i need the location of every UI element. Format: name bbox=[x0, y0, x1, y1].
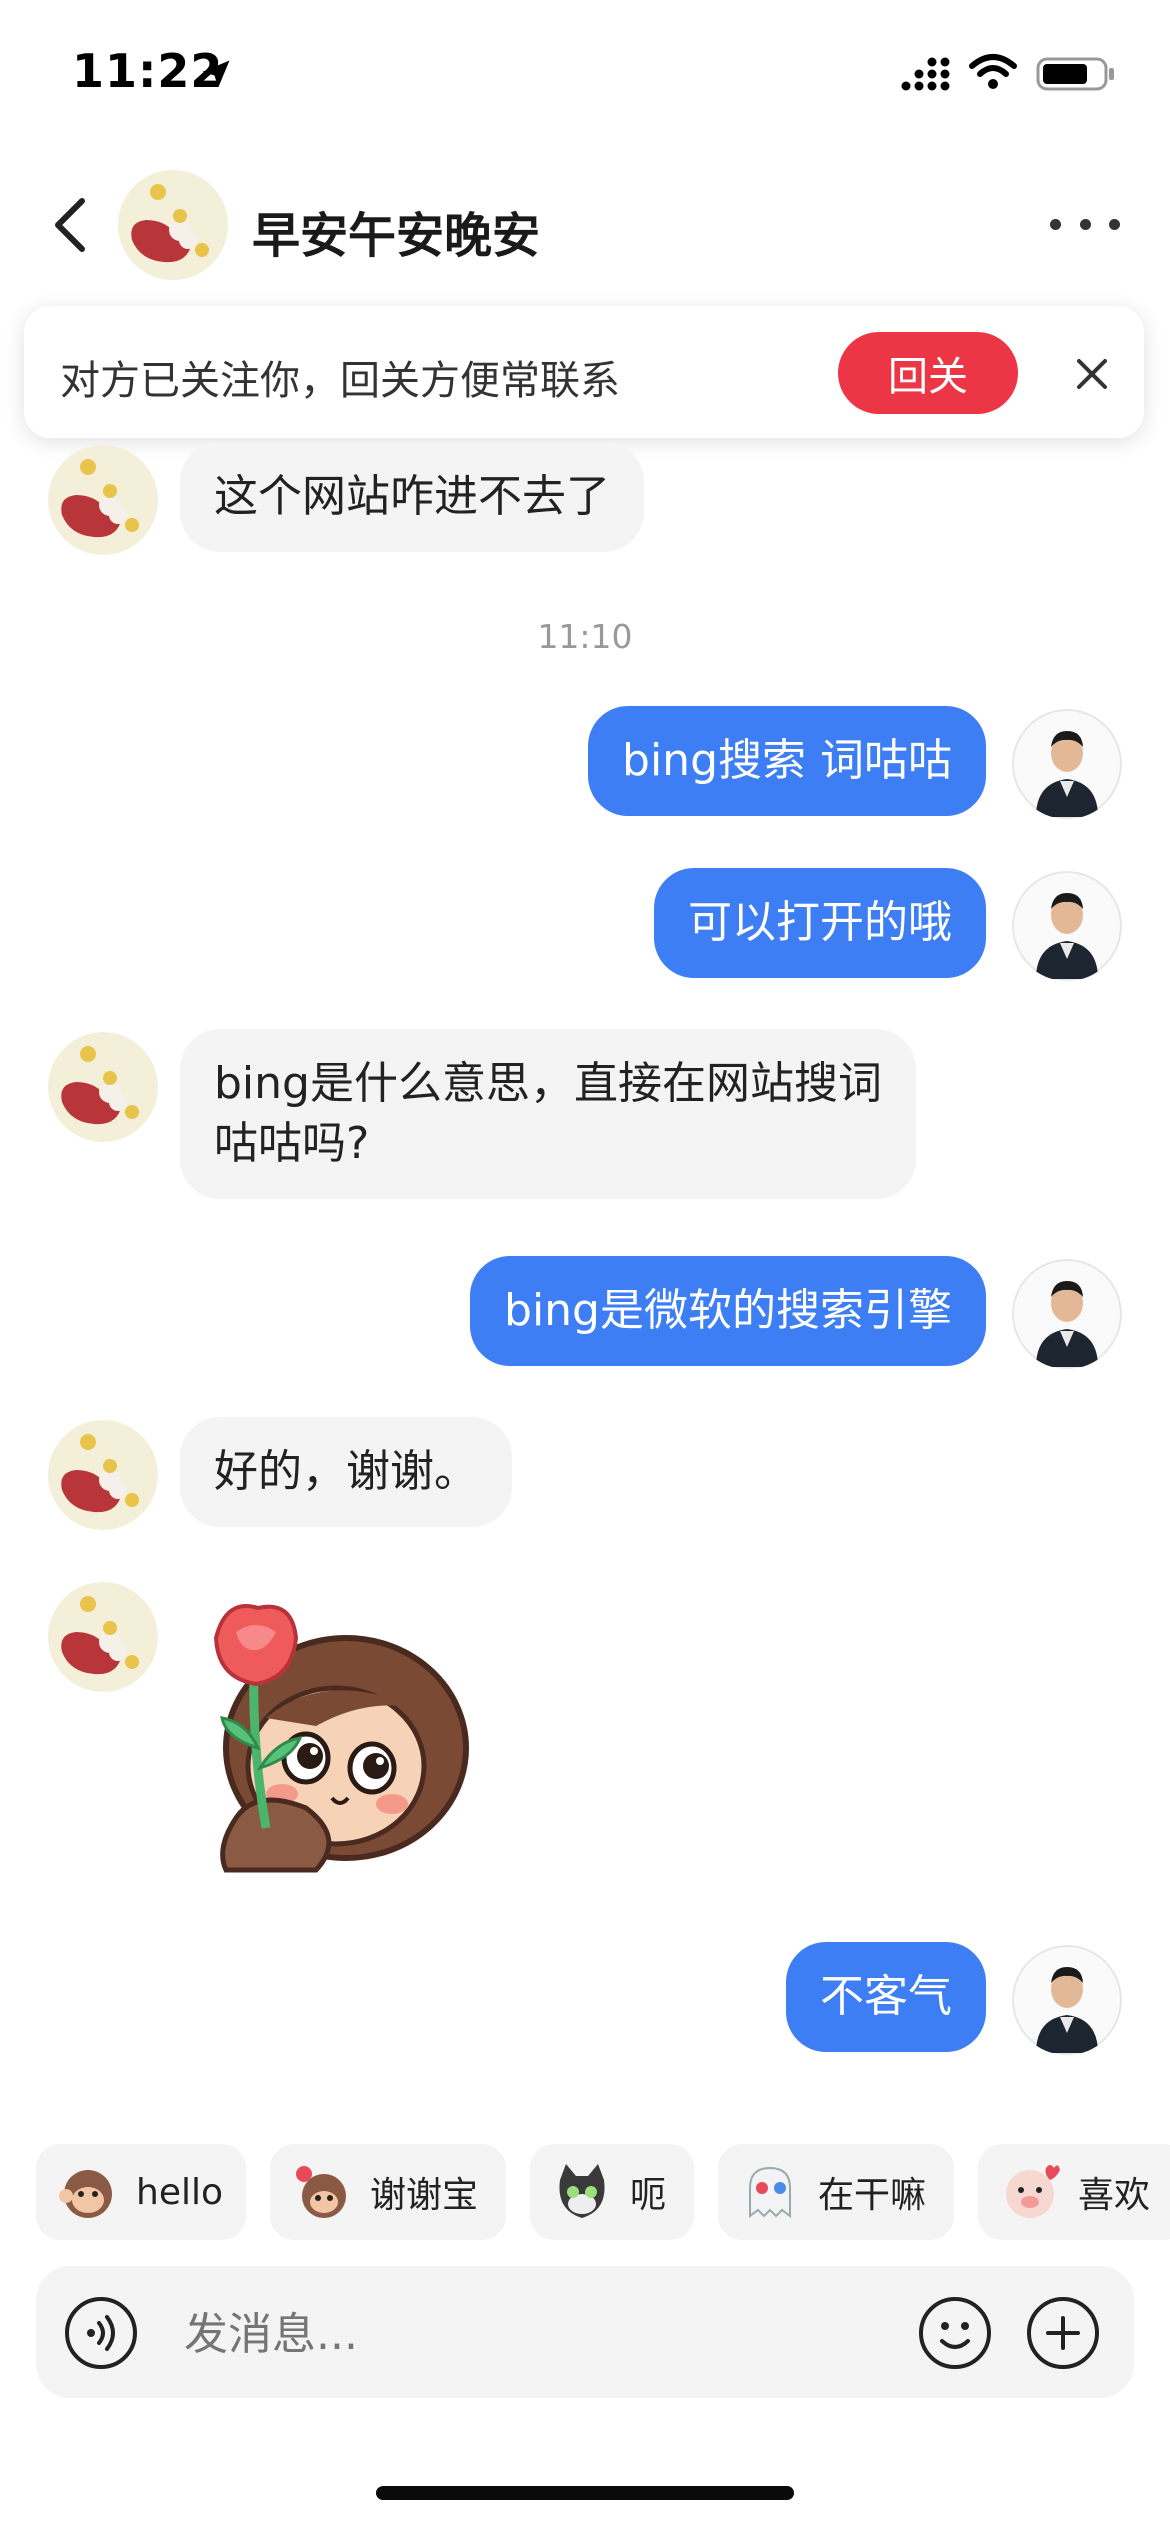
contact-avatar[interactable] bbox=[118, 170, 228, 280]
message-timestamp: 11:10 bbox=[537, 617, 633, 656]
contact-avatar[interactable] bbox=[48, 1032, 158, 1142]
user-avatar[interactable] bbox=[1012, 871, 1122, 981]
message-bubble-incoming[interactable]: bing是什么意思，直接在网站搜词 咕咕吗? bbox=[180, 1029, 916, 1199]
message-bubble-outgoing[interactable]: 不客气 bbox=[786, 1942, 986, 2052]
quick-reply-label: hello bbox=[136, 2171, 223, 2213]
quick-reply-chip[interactable]: 呃 bbox=[530, 2144, 694, 2240]
contact-avatar[interactable] bbox=[48, 1420, 158, 1530]
monkey-flower-icon bbox=[296, 2166, 346, 2218]
quick-reply-label: 谢谢宝 bbox=[370, 2175, 479, 2216]
contact-avatar[interactable] bbox=[48, 445, 158, 555]
quick-reply-label: 在干嘛 bbox=[818, 2175, 927, 2216]
more-dot-icon bbox=[1050, 218, 1061, 230]
emoji-icon[interactable] bbox=[918, 2296, 992, 2370]
home-indicator bbox=[376, 2486, 794, 2500]
status-bar: 11:22 bbox=[0, 0, 1170, 150]
follow-banner-text: 对方已关注你，回关方便常联系 bbox=[60, 358, 620, 404]
cat-icon bbox=[559, 2164, 605, 2218]
quick-reply-chip[interactable]: hello bbox=[36, 2144, 246, 2240]
quick-reply-chip[interactable]: 在干嘛 bbox=[718, 2144, 954, 2240]
message-input[interactable] bbox=[184, 2306, 884, 2362]
message-bubble-outgoing[interactable]: 可以打开的哦 bbox=[654, 868, 986, 978]
chat-title: 早安午安晚安 bbox=[252, 208, 541, 264]
follow-back-banner: 对方已关注你，回关方便常联系 回关 bbox=[24, 306, 1144, 438]
more-dot-icon bbox=[1109, 218, 1120, 230]
user-avatar[interactable] bbox=[1012, 1945, 1122, 2055]
more-options-button[interactable] bbox=[1050, 202, 1120, 246]
contact-avatar[interactable] bbox=[48, 1582, 158, 1692]
pig-heart-icon bbox=[1006, 2165, 1060, 2218]
back-button[interactable] bbox=[40, 190, 100, 260]
cellular-signal-icon bbox=[901, 57, 950, 91]
quick-reply-chip[interactable]: 喜欢 bbox=[978, 2144, 1170, 2240]
quick-reply-label: 喜欢 bbox=[1078, 2175, 1151, 2216]
wifi-icon bbox=[969, 54, 1017, 89]
girl-holding-rose-sticker[interactable] bbox=[196, 1598, 486, 1878]
message-bubble-incoming[interactable]: 好的，谢谢。 bbox=[180, 1417, 512, 1527]
more-dot-icon bbox=[1079, 218, 1091, 230]
location-arrow-icon bbox=[202, 60, 230, 88]
plus-icon[interactable] bbox=[1026, 2296, 1100, 2370]
quick-reply-chip[interactable]: 谢谢宝 bbox=[270, 2144, 506, 2240]
battery-icon bbox=[1036, 57, 1114, 91]
follow-back-button[interactable]: 回关 bbox=[838, 332, 1018, 414]
message-bubble-outgoing[interactable]: bing搜索 词咕咕 bbox=[588, 706, 986, 816]
message-bubble-incoming[interactable]: 这个网站咋进不去了 bbox=[180, 442, 644, 552]
user-avatar[interactable] bbox=[1012, 1259, 1122, 1369]
chat-header: 早安午安晚安 bbox=[0, 150, 1170, 300]
voice-input-icon[interactable] bbox=[64, 2296, 138, 2370]
ghost-icon bbox=[749, 2166, 791, 2218]
close-banner-button[interactable] bbox=[1064, 346, 1120, 402]
message-input-bar bbox=[36, 2266, 1134, 2398]
monkey-hello-icon bbox=[59, 2170, 112, 2218]
quick-reply-bar: hello 谢谢宝 呃 在干嘛 喜欢 bbox=[0, 2140, 1170, 2240]
quick-reply-label: 呃 bbox=[630, 2175, 667, 2216]
chevron-left-icon bbox=[55, 198, 85, 252]
close-icon bbox=[1077, 359, 1107, 389]
message-bubble-outgoing[interactable]: bing是微软的搜索引擎 bbox=[470, 1256, 986, 1366]
user-avatar[interactable] bbox=[1012, 709, 1122, 819]
